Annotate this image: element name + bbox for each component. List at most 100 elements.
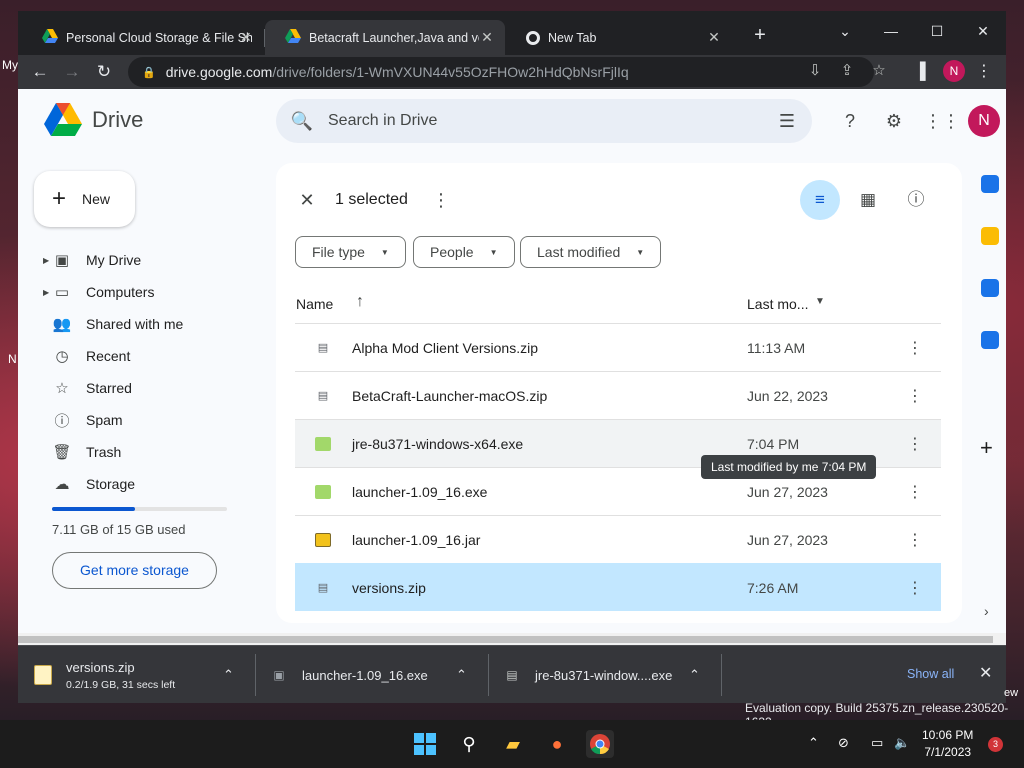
file-row[interactable]: launcher-1.09_16.jar Jun 27, 2023 ⋮ [295, 515, 941, 563]
start-menu-windows-icon[interactable] [411, 730, 439, 758]
new-tab-button[interactable]: + [748, 24, 772, 48]
search-input[interactable]: 🔍 Search in Drive ☰ [276, 99, 812, 143]
grid-view-icon[interactable]: ▦ [848, 180, 888, 220]
install-app-icon[interactable]: ⇩ [805, 61, 825, 81]
notification-badge[interactable]: 3 [988, 737, 1003, 752]
tab-close-icon[interactable]: ✕ [706, 29, 722, 46]
filter-chip-last-modified[interactable]: Last modified ▼ [520, 236, 662, 268]
scrollbar-thumb[interactable] [18, 636, 993, 643]
tab-betacraft-active[interactable]: Betacraft Launcher,Java and vers ✕ [265, 20, 505, 55]
download-caret-icon[interactable]: ⌃ [689, 646, 700, 704]
download-file-name: versions.zip [66, 659, 135, 675]
minimize-button[interactable]: — [868, 17, 914, 45]
tab-new-tab[interactable]: New Tab ✕ [506, 20, 732, 55]
close-window-button[interactable]: ✕ [960, 17, 1006, 45]
trash-icon: 🗑 [52, 444, 72, 461]
taskbar-clock[interactable]: 10:06 PM 7/1/2023 [922, 727, 973, 761]
more-actions-icon[interactable]: ⋮ [905, 578, 925, 598]
drive-logo[interactable]: Drive [44, 103, 143, 136]
maximize-button[interactable]: ☐ [914, 17, 960, 45]
download-item-versions-zip[interactable]: versions.zip 0.2/1.9 GB, 31 secs left [34, 646, 175, 704]
download-caret-icon[interactable]: ⌃ [223, 646, 234, 704]
apps-grid-icon[interactable]: ⋮⋮ [924, 109, 960, 133]
filter-chip-label: File type [312, 244, 365, 260]
file-explorer-icon[interactable]: ▰ [499, 730, 527, 758]
sidebar-item-recent[interactable]: ◷ Recent [18, 340, 268, 372]
sort-dropdown-icon[interactable]: ▼ [815, 296, 825, 307]
file-row[interactable]: Alpha Mod Client Versions.zip 11:13 AM ⋮ [295, 323, 941, 371]
profile-avatar[interactable]: N [943, 60, 965, 82]
search-icon[interactable]: 🔍 [276, 111, 328, 132]
forward-arrow-icon[interactable]: → [59, 59, 85, 85]
file-row[interactable]: BetaCraft-Launcher-macOS.zip Jun 22, 2023… [295, 371, 941, 419]
monitor-icon[interactable]: ▭ [871, 735, 883, 751]
gear-icon[interactable]: ⚙ [882, 109, 906, 133]
filter-icon[interactable]: ≡ [800, 180, 840, 220]
column-header-name[interactable]: Name [296, 296, 333, 312]
zip-file-icon [315, 341, 331, 355]
expand-caret-icon[interactable]: ▶ [43, 288, 49, 297]
search-options-icon[interactable]: ☰ [762, 111, 812, 132]
contacts-icon[interactable] [981, 331, 999, 349]
column-header-last-modified[interactable]: Last mo... [747, 296, 808, 312]
reload-icon[interactable]: ↻ [91, 59, 117, 85]
close-download-shelf-icon[interactable]: ✕ [979, 663, 992, 683]
bookmark-star-icon[interactable]: ☆ [869, 61, 889, 81]
sidebar-item-storage[interactable]: ☁ Storage [18, 468, 268, 500]
get-more-storage-button[interactable]: Get more storage [52, 552, 217, 589]
show-all-downloads-link[interactable]: Show all [907, 667, 954, 681]
expand-caret-icon[interactable]: ▶ [43, 256, 49, 265]
show-hidden-icons-chevron-icon[interactable]: ⌃ [808, 735, 819, 751]
sort-ascending-arrow-icon[interactable]: ↑ [356, 293, 364, 311]
chevron-right-icon[interactable]: › [984, 603, 989, 619]
keep-icon[interactable] [981, 227, 999, 245]
volume-icon[interactable]: 🔈 [894, 735, 910, 751]
tab-title: New Tab [548, 30, 597, 45]
filter-chip-file-type[interactable]: File type ▼ [295, 236, 406, 268]
more-actions-icon[interactable]: ⋮ [905, 482, 925, 502]
download-item-jre-exe[interactable]: ▤ jre-8u371-window....exe [503, 646, 672, 704]
tab-personal-cloud[interactable]: Personal Cloud Storage & File Sh [22, 20, 262, 55]
sidebar-item-starred[interactable]: ☆ Starred [18, 372, 268, 404]
clear-selection-close-icon[interactable]: ✕ [296, 189, 318, 211]
info-icon[interactable]: ⓘ [896, 180, 936, 220]
search-icon[interactable]: ⚲ [455, 730, 483, 758]
new-button[interactable]: + New [34, 171, 135, 227]
more-actions-icon[interactable]: ⋮ [905, 434, 925, 454]
sidebar-item-computers[interactable]: ▶ ▭ Computers [18, 276, 268, 308]
back-arrow-icon[interactable]: ← [27, 59, 53, 85]
chrome-icon[interactable] [586, 730, 614, 758]
download-item-launcher-exe[interactable]: ▣ launcher-1.09_16.exe [270, 646, 427, 704]
file-row[interactable]: versions.zip 7:26 AM ⋮ [295, 563, 941, 611]
chrome-menu-icon[interactable]: ⋮ [971, 59, 997, 85]
calendar-icon[interactable] [981, 175, 999, 193]
sidebar-item-my-drive[interactable]: ▶ ▣ My Drive [18, 244, 268, 276]
tab-close-icon[interactable]: ✕ [479, 29, 495, 46]
sidebar-item-trash[interactable]: 🗑 Trash [18, 436, 268, 468]
add-addon-icon[interactable]: + [980, 435, 993, 461]
download-caret-icon[interactable]: ⌃ [456, 646, 467, 704]
clock-date: 7/1/2023 [924, 745, 972, 759]
more-actions-icon[interactable]: ⋮ [432, 189, 450, 211]
more-actions-icon[interactable]: ⋮ [905, 338, 925, 358]
firefox-icon[interactable]: ● [543, 730, 571, 758]
share-icon[interactable]: ⇪ [837, 61, 857, 81]
account-avatar[interactable]: N [968, 105, 1000, 137]
zip-file-icon [315, 581, 331, 595]
filter-chip-people[interactable]: People ▼ [413, 236, 515, 268]
network-disabled-icon[interactable]: ⊘ [838, 735, 849, 751]
side-panel-icon[interactable]: ▐ [907, 59, 933, 85]
sidebar-item-spam[interactable]: ⓘ Spam [18, 404, 268, 436]
more-actions-icon[interactable]: ⋮ [905, 530, 925, 550]
tab-close-icon[interactable]: ✕ [240, 29, 252, 46]
help-icon[interactable]: ? [838, 109, 862, 133]
desktop-icon-label: My [2, 58, 18, 72]
download-separator [721, 654, 722, 696]
more-actions-icon[interactable]: ⋮ [905, 386, 925, 406]
tab-search-icon[interactable]: ⌄ [822, 17, 868, 45]
tasks-icon[interactable] [981, 279, 999, 297]
url-host: drive.google.com [165, 64, 273, 80]
address-bar[interactable]: 🔒 drive.google.com/drive/folders/1-WmVXU… [128, 57, 874, 87]
horizontal-scrollbar[interactable] [18, 633, 1006, 645]
sidebar-item-shared[interactable]: 👥 Shared with me [18, 308, 268, 340]
